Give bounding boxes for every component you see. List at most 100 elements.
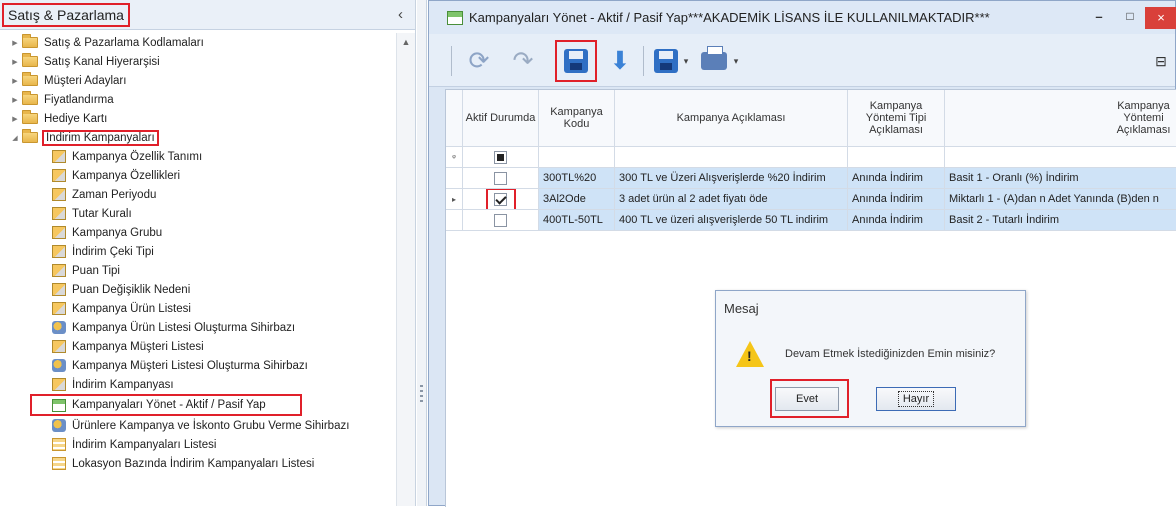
tree-item[interactable]: Tutar Kuralı <box>0 204 396 223</box>
tree-item[interactable]: Kampanyaları Yönet - Aktif / Pasif Yap <box>30 394 302 416</box>
row-indicator <box>446 210 463 230</box>
filter-method-cell[interactable] <box>945 147 1176 167</box>
method-cell[interactable]: Miktarlı 1 - (A)dan n Adet Yanında (B)de… <box>945 189 1176 209</box>
tree-item[interactable]: Kampanya Müşteri Listesi Oluşturma Sihir… <box>0 356 396 375</box>
filter-checkbox[interactable] <box>494 150 507 164</box>
collapse-panel-button[interactable]: ‹ <box>398 6 407 23</box>
maximize-button[interactable]: □ <box>1120 9 1140 23</box>
filter-row[interactable]: ᵠ <box>446 147 1176 168</box>
table-row[interactable]: 300TL%20 300 TL ve Üzeri Alışverişlerde … <box>446 168 1176 189</box>
active-cell[interactable] <box>463 210 539 230</box>
tree-item[interactable]: ▶ Satış Kanal Hiyerarşisi <box>0 52 396 71</box>
method-cell[interactable]: Basit 2 - Tutarlı İndirim <box>945 210 1176 230</box>
tree-item[interactable]: Zaman Periyodu <box>0 185 396 204</box>
tree-item[interactable]: ▶ Satış & Pazarlama Kodlamaları <box>0 33 396 52</box>
navigation-panel: Satış & Pazarlama ‹ ▶ Satış & Pazarlama K… <box>0 0 416 506</box>
tree-item[interactable]: İndirim Kampanyaları Listesi <box>0 435 396 454</box>
tree-item[interactable]: ◢ İndirim Kampanyaları <box>0 128 396 147</box>
minimize-button[interactable]: – <box>1089 9 1109 24</box>
tree-item[interactable]: Ürünlere Kampanya ve İskonto Grubu Verme… <box>0 416 396 435</box>
code-cell[interactable]: 300TL%20 <box>539 168 615 188</box>
active-checkbox[interactable] <box>494 213 507 227</box>
document-icon <box>52 264 66 277</box>
column-header-method-type[interactable]: Kampanya Yöntemi Tipi Açıklaması <box>848 90 945 146</box>
tree-item[interactable]: Kampanya Özellik Tanımı <box>0 147 396 166</box>
expand-arrow-icon[interactable]: ▶ <box>8 39 22 47</box>
filter-code-cell[interactable] <box>539 147 615 167</box>
print-dropdown-icon[interactable]: ▾ <box>729 46 743 76</box>
expand-arrow-icon[interactable]: ▶ <box>8 77 22 85</box>
filter-icon: ᵠ <box>446 147 463 167</box>
tree-item-label: Kampanya Müşteri Listesi Oluşturma Sihir… <box>72 359 308 372</box>
tree-item[interactable]: Puan Değişiklik Nedeni <box>0 280 396 299</box>
filter-description-cell[interactable] <box>615 147 848 167</box>
code-cell[interactable]: 3Al2Ode <box>539 189 615 209</box>
tree-item-label: Kampanya Ürün Listesi Oluşturma Sihirbaz… <box>72 321 296 334</box>
row-indicator-header <box>446 90 463 146</box>
active-cell[interactable] <box>463 168 539 188</box>
table-row[interactable]: 400TL-50TL 400 TL ve üzeri alışverişlerd… <box>446 210 1176 231</box>
column-header-method[interactable]: Kampanya Yöntemi Açıklaması <box>945 90 1176 146</box>
save-button[interactable] <box>555 40 597 82</box>
tree-item[interactable]: Kampanya Müşteri Listesi <box>0 337 396 356</box>
tree-item[interactable]: Puan Tipi <box>0 261 396 280</box>
tree-item[interactable]: ▶ Müşteri Adayları <box>0 71 396 90</box>
tree-item[interactable]: İndirim Çeki Tipi <box>0 242 396 261</box>
print-button[interactable] <box>697 46 731 76</box>
tree-item-label: İndirim Kampanyası <box>72 378 174 391</box>
layout-icon[interactable]: ⊟ <box>1149 46 1173 76</box>
window-titlebar: Kampanyaları Yönet - Aktif / Pasif Yap**… <box>429 1 1175 34</box>
table-row[interactable]: ▸ 3Al2Ode 3 adet ürün al 2 adet fiyatı ö… <box>446 189 1176 210</box>
active-checkbox[interactable] <box>494 171 507 185</box>
tree-item[interactable]: Kampanya Ürün Listesi <box>0 299 396 318</box>
panel-splitter[interactable] <box>417 0 427 506</box>
tree-item[interactable]: Kampanya Özellikleri <box>0 166 396 185</box>
tree-scrollbar[interactable]: ▲ <box>396 33 415 506</box>
list-icon <box>52 457 66 470</box>
warning-mark: ! <box>747 348 752 364</box>
tree-item[interactable]: Lokasyon Bazında İndirim Kampanyaları Li… <box>0 454 396 473</box>
column-header-code[interactable]: Kampanya Kodu <box>539 90 615 146</box>
tree-item-label: İndirim Kampanyaları <box>42 129 159 146</box>
tree-item[interactable]: Kampanya Grubu <box>0 223 396 242</box>
column-header-active[interactable]: Aktif Durumda <box>463 90 539 146</box>
tree-item[interactable]: Kampanya Ürün Listesi Oluşturma Sihirbaz… <box>0 318 396 337</box>
expanded-arrow-icon[interactable]: ◢ <box>8 134 22 142</box>
expand-arrow-icon[interactable]: ▶ <box>8 96 22 104</box>
description-cell[interactable]: 3 adet ürün al 2 adet fiyatı öde <box>615 189 848 209</box>
method-type-cell[interactable]: Anında İndirim <box>848 210 945 230</box>
yes-button[interactable]: Evet <box>775 387 839 411</box>
save-as-dropdown-icon[interactable]: ▾ <box>679 46 693 76</box>
method-cell[interactable]: Basit 1 - Oranlı (%) İndirim <box>945 168 1176 188</box>
tree-item-label: Hediye Kartı <box>44 112 108 125</box>
no-button[interactable]: Hayır <box>876 387 956 411</box>
refresh-icon[interactable]: ⟳ <box>463 46 495 76</box>
active-checkbox[interactable] <box>494 192 507 206</box>
save-as-button[interactable] <box>651 46 681 76</box>
document-icon <box>52 150 66 163</box>
tree-item-label: Müşteri Adayları <box>44 74 127 87</box>
filter-method-type-cell[interactable] <box>848 147 945 167</box>
close-button[interactable]: × <box>1145 7 1176 29</box>
tree-item-label: Kampanya Müşteri Listesi <box>72 340 204 353</box>
tree-item[interactable]: ▶ Hediye Kartı <box>0 109 396 128</box>
description-cell[interactable]: 300 TL ve Üzeri Alışverişlerde %20 İndir… <box>615 168 848 188</box>
tree-item-label: Kampanya Grubu <box>72 226 163 239</box>
document-icon <box>52 302 66 315</box>
column-header-description[interactable]: Kampanya Açıklaması <box>615 90 848 146</box>
filter-active-cell[interactable] <box>463 147 539 167</box>
description-cell[interactable]: 400 TL ve üzeri alışverişlerde 50 TL ind… <box>615 210 848 230</box>
tree-item[interactable]: İndirim Kampanyası <box>0 375 396 394</box>
active-cell[interactable] <box>463 189 539 209</box>
wizard-icon <box>52 419 66 432</box>
redo-icon[interactable]: ↷ <box>505 46 541 76</box>
splitter-grip-icon[interactable] <box>420 385 423 403</box>
expand-arrow-icon[interactable]: ▶ <box>8 115 22 123</box>
expand-arrow-icon[interactable]: ▶ <box>8 58 22 66</box>
code-cell[interactable]: 400TL-50TL <box>539 210 615 230</box>
method-type-cell[interactable]: Anında İndirim <box>848 189 945 209</box>
scroll-up-icon[interactable]: ▲ <box>397 37 415 47</box>
method-type-cell[interactable]: Anında İndirim <box>848 168 945 188</box>
move-down-icon[interactable]: ⬇ <box>605 46 635 76</box>
tree-item[interactable]: ▶ Fiyatlandırma <box>0 90 396 109</box>
